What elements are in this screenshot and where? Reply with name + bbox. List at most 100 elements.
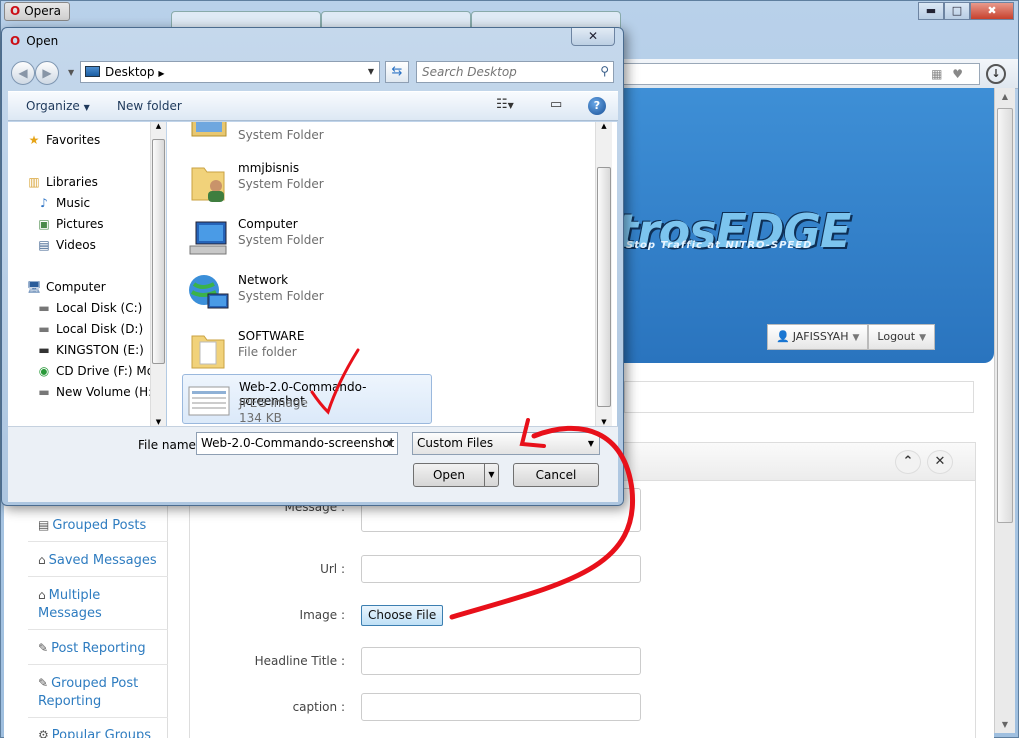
chevron-down-icon[interactable]: ▼ bbox=[484, 464, 498, 486]
image-label: Image : bbox=[299, 608, 345, 622]
page-scrollbar[interactable]: ▲ ▼ bbox=[994, 88, 1015, 733]
dialog-close-button[interactable]: ✕ bbox=[571, 28, 615, 46]
library-icon: ▥ bbox=[28, 175, 40, 189]
chevron-down-icon[interactable]: ▼ bbox=[387, 433, 393, 454]
file-name: Network bbox=[238, 273, 289, 287]
back-button[interactable]: ◀ bbox=[11, 61, 35, 85]
file-item[interactable]: System Folder bbox=[182, 122, 432, 142]
speed-dial-icon[interactable]: ▦ ♥ bbox=[931, 67, 966, 81]
choose-file-button[interactable]: Choose File bbox=[361, 605, 444, 626]
image-row: Image : Choose File bbox=[190, 601, 977, 631]
minimize-button[interactable]: ▬ bbox=[918, 2, 944, 20]
nav-pane-scrollbar[interactable]: ▲ ▼ bbox=[150, 122, 166, 426]
groups-icon: ⚙ bbox=[38, 728, 49, 738]
scroll-down-icon[interactable]: ▼ bbox=[995, 716, 1015, 733]
address-input[interactable] bbox=[620, 63, 980, 85]
user-icon: 👤 bbox=[776, 330, 790, 343]
nav-item-drive-h[interactable]: ▬ New Volume (H:) bbox=[36, 385, 157, 399]
user-name: JAFISSYAH bbox=[792, 330, 849, 343]
search-icon[interactable]: ⚲ bbox=[600, 64, 609, 78]
home-icon: ⌂ bbox=[38, 588, 46, 602]
file-item[interactable]: Computer System Folder bbox=[182, 212, 432, 262]
file-item[interactable]: mmjbisnis System Folder bbox=[182, 156, 432, 206]
scroll-down-icon[interactable]: ▼ bbox=[596, 418, 612, 426]
user-folder-icon bbox=[191, 167, 225, 202]
collapse-icon[interactable]: ⌃ bbox=[895, 450, 921, 474]
headline-row: Headline Title : bbox=[190, 647, 977, 677]
disk-icon: ▬ bbox=[38, 322, 50, 336]
logout-button[interactable]: Logout ▼ bbox=[868, 324, 935, 350]
caption-field[interactable] bbox=[361, 693, 641, 721]
file-name: mmjbisnis bbox=[238, 161, 300, 175]
file-item-selected[interactable]: Web-2.0-Commando-screenshot JPEG image 1… bbox=[182, 374, 432, 425]
caption-label: caption : bbox=[292, 700, 345, 714]
folder-icon bbox=[191, 335, 225, 369]
breadcrumb-desktop[interactable]: Desktop bbox=[105, 65, 155, 79]
nav-item-videos[interactable]: ▤ Videos bbox=[36, 238, 96, 252]
cancel-button[interactable]: Cancel bbox=[513, 463, 599, 487]
file-name-input[interactable]: Web-2.0-Commando-screenshot ▼ bbox=[196, 432, 398, 455]
dialog-toolbar: Organize ▼ New folder ☷▼ ▭ ? bbox=[8, 91, 618, 121]
scroll-down-icon[interactable]: ▼ bbox=[151, 418, 166, 426]
file-type: System Folder bbox=[238, 233, 324, 247]
file-type-select[interactable]: Custom Files ▼ bbox=[412, 432, 600, 455]
nav-item-music[interactable]: ♪ Music bbox=[36, 196, 90, 210]
sidebar-item-grouped-post-reporting[interactable]: ✎ Grouped Post Reporting bbox=[28, 668, 168, 718]
url-field[interactable] bbox=[361, 555, 641, 583]
download-icon[interactable]: ↓ bbox=[986, 64, 1006, 84]
nav-item-drive-e[interactable]: ▬ KINGSTON (E:) bbox=[36, 343, 144, 357]
url-label: Url : bbox=[320, 562, 345, 576]
close-window-button[interactable]: ✖ bbox=[970, 2, 1014, 20]
new-folder-button[interactable]: New folder bbox=[117, 99, 182, 113]
scroll-up-icon[interactable]: ▲ bbox=[596, 122, 612, 130]
nav-item-drive-d[interactable]: ▬ Local Disk (D:) bbox=[36, 322, 143, 336]
sidebar-item-multiple-messages[interactable]: ⌂ Multiple Messages bbox=[28, 580, 168, 630]
file-item[interactable]: Network System Folder bbox=[182, 268, 432, 318]
scroll-thumb[interactable] bbox=[152, 139, 165, 364]
headline-field[interactable] bbox=[361, 647, 641, 675]
nav-item-pictures[interactable]: ▣ Pictures bbox=[36, 217, 103, 231]
open-button[interactable]: Open ▼ bbox=[413, 463, 499, 487]
chevron-down-icon[interactable]: ▼ bbox=[368, 62, 374, 82]
opera-menu-button[interactable]: O Opera bbox=[4, 2, 70, 21]
recent-locations-icon[interactable]: ▼ bbox=[68, 68, 74, 77]
preview-pane-icon[interactable]: ▭ bbox=[550, 97, 562, 112]
network-icon bbox=[189, 275, 229, 309]
file-type: System Folder bbox=[238, 289, 324, 303]
panel-tools: ⌃ ✕ bbox=[895, 450, 953, 474]
nav-item-libraries[interactable]: ▥ Libraries bbox=[26, 175, 98, 189]
chevron-down-icon: ▼ bbox=[587, 439, 594, 448]
breadcrumb-arrow-icon[interactable]: ▶ bbox=[158, 69, 164, 78]
sidebar-item-saved-messages[interactable]: ⌂ Saved Messages bbox=[28, 545, 168, 577]
view-options-icon[interactable]: ☷▼ bbox=[496, 97, 514, 112]
user-button[interactable]: 👤 JAFISSYAH ▼ bbox=[767, 324, 869, 350]
maximize-button[interactable]: □ bbox=[944, 2, 970, 20]
sidebar-item-grouped-posts[interactable]: ▤ Grouped Posts bbox=[28, 510, 168, 542]
sidebar-item-popular-groups[interactable]: ⚙ Popular Groups bbox=[28, 720, 168, 738]
scroll-thumb[interactable] bbox=[997, 108, 1013, 523]
chevron-down-icon: ▼ bbox=[83, 103, 90, 112]
search-input[interactable] bbox=[417, 62, 587, 82]
list-icon: ▤ bbox=[38, 518, 50, 532]
location-breadcrumb[interactable]: Desktop ▶ ▼ bbox=[80, 61, 380, 83]
organize-button[interactable]: Organize ▼ bbox=[26, 99, 90, 113]
close-icon[interactable]: ✕ bbox=[927, 450, 953, 474]
forward-button[interactable]: ▶ bbox=[35, 61, 59, 85]
nav-item-drive-c[interactable]: ▬ Local Disk (C:) bbox=[36, 301, 142, 315]
file-list-scrollbar[interactable]: ▲ ▼ bbox=[595, 122, 612, 426]
nav-item-drive-f[interactable]: ◉ CD Drive (F:) Mol bbox=[36, 364, 158, 378]
computer-icon: 🖥 bbox=[26, 280, 42, 294]
scroll-thumb[interactable] bbox=[597, 167, 611, 407]
scroll-up-icon[interactable]: ▲ bbox=[995, 88, 1015, 105]
nav-buttons: ◀ ▶ bbox=[11, 61, 59, 85]
file-name: SOFTWARE bbox=[238, 329, 305, 343]
help-icon[interactable]: ? bbox=[588, 97, 606, 115]
nav-item-favorites[interactable]: ★ Favorites bbox=[26, 133, 101, 147]
nav-item-computer[interactable]: 🖥 Computer bbox=[26, 280, 105, 294]
usb-drive-icon: ▬ bbox=[38, 343, 50, 357]
star-icon: ★ bbox=[28, 133, 40, 147]
sidebar-item-post-reporting[interactable]: ✎ Post Reporting bbox=[28, 633, 168, 665]
scroll-up-icon[interactable]: ▲ bbox=[151, 122, 166, 130]
file-item[interactable]: SOFTWARE File folder bbox=[182, 324, 432, 374]
refresh-button[interactable]: ⇆ bbox=[385, 61, 409, 83]
